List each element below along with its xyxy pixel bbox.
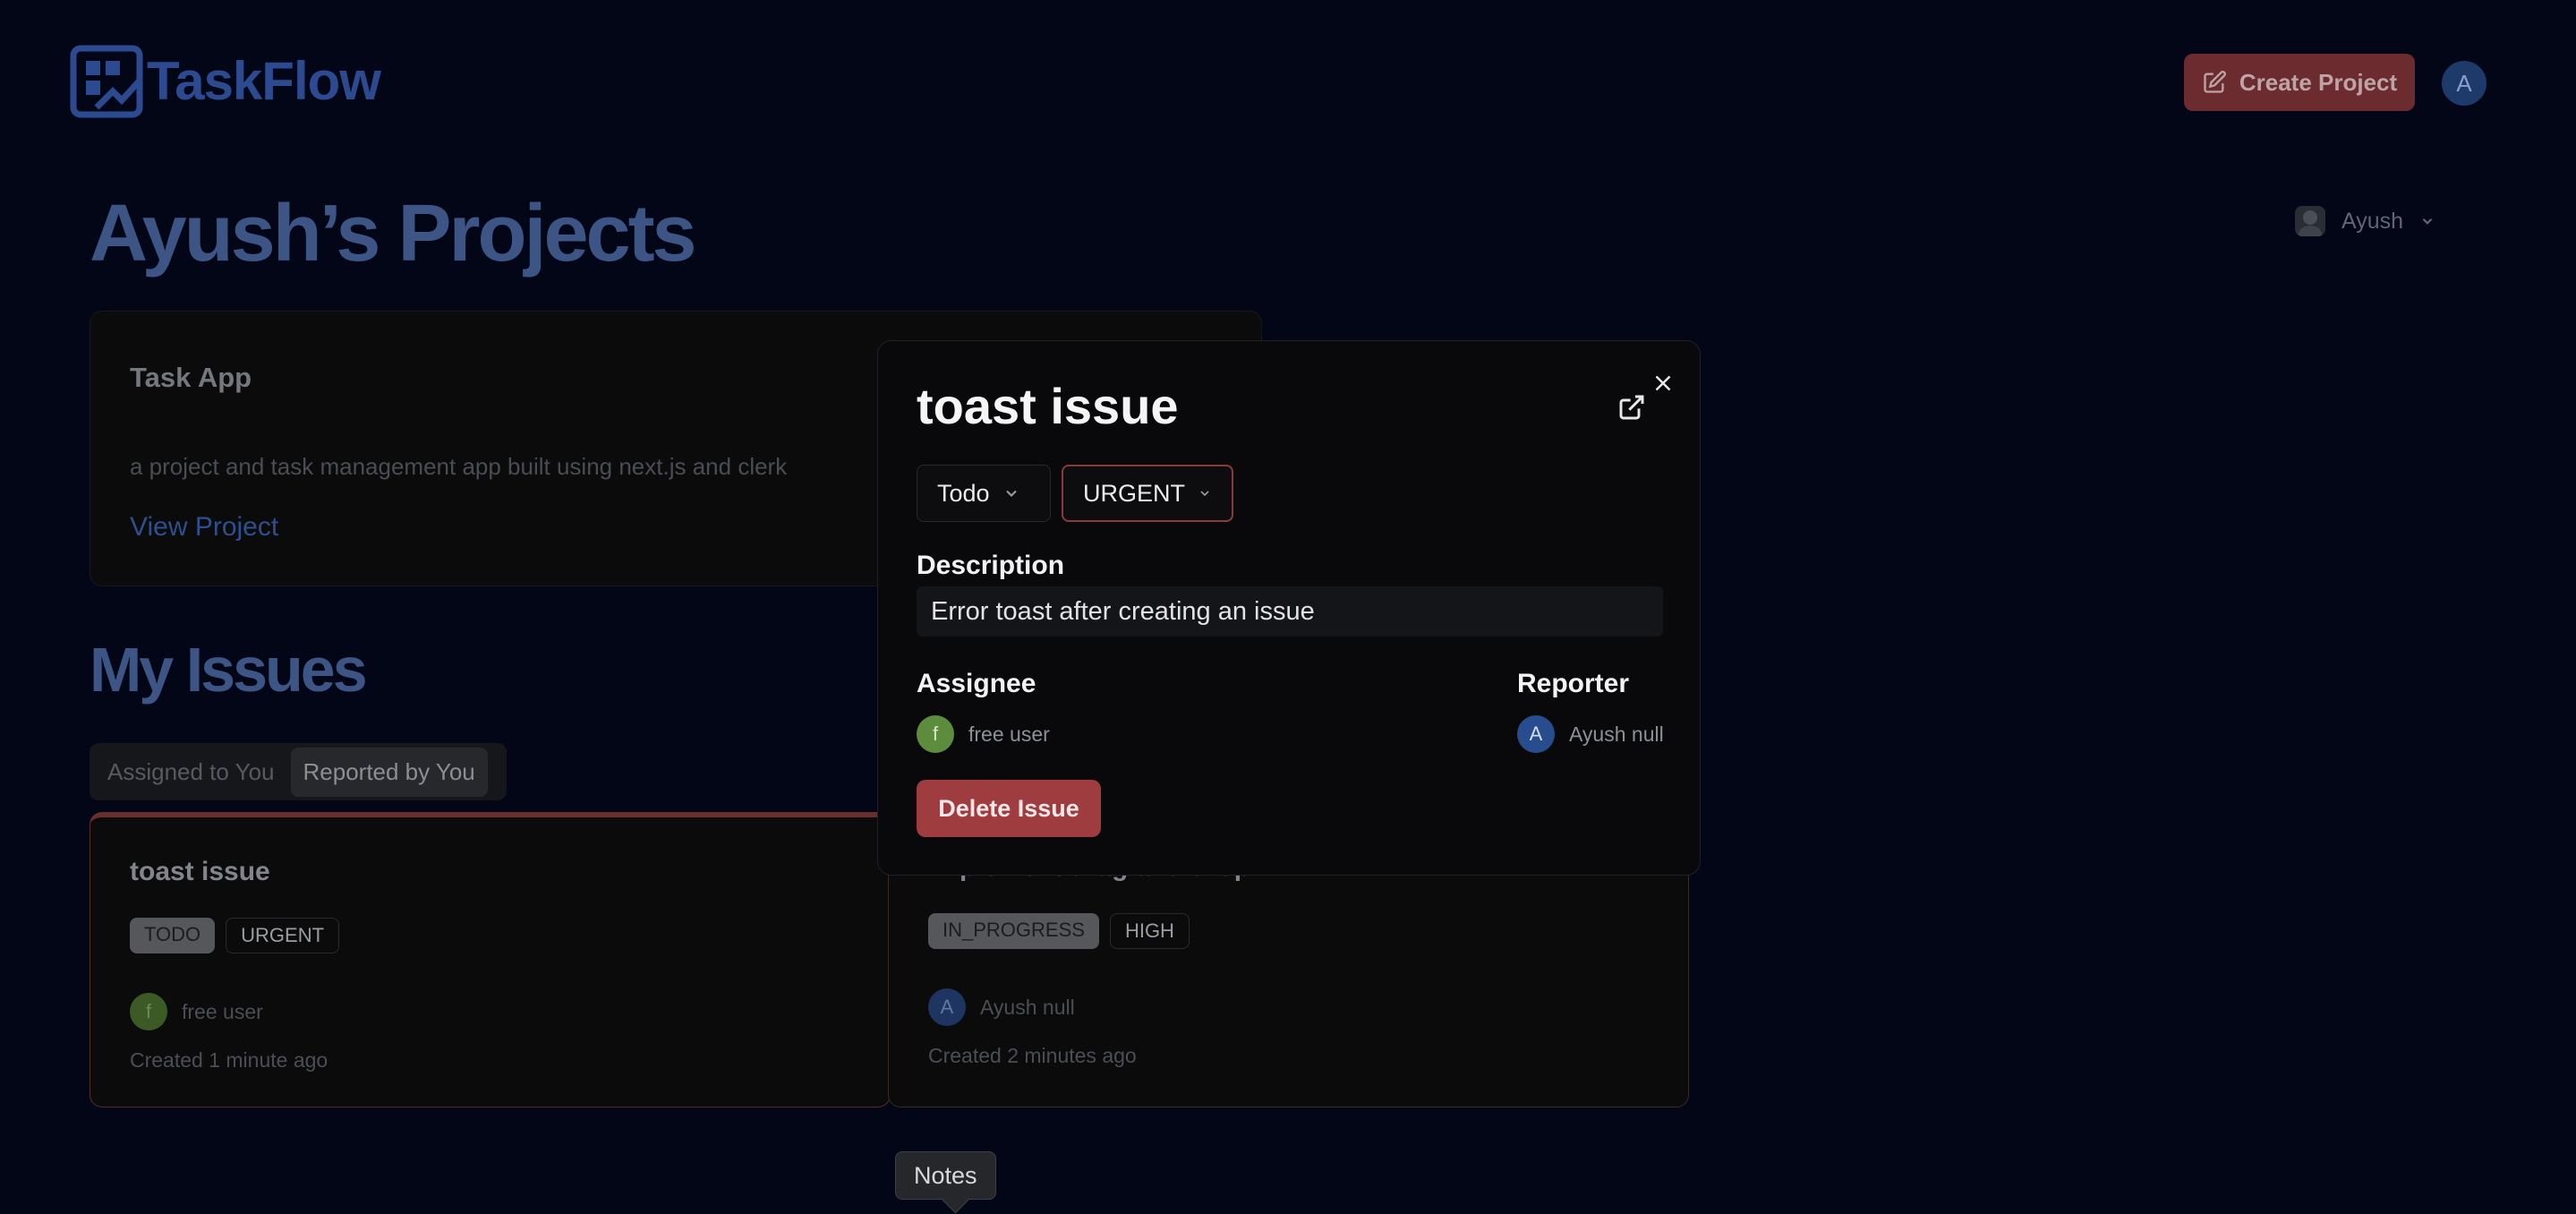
logo-icon <box>70 45 143 118</box>
avatar: f <box>917 715 954 753</box>
org-name: Ayush <box>2341 208 2404 234</box>
issue-user-name: Ayush null <box>980 995 1075 1019</box>
issue-created: Created 1 minute ago <box>130 1048 328 1072</box>
avatar: A <box>928 988 966 1026</box>
assignee-name: free user <box>968 722 1050 746</box>
avatar: f <box>130 993 167 1030</box>
reporter-name: Ayush null <box>1569 722 1664 746</box>
create-project-label: Create Project <box>2239 68 2398 96</box>
org-avatar <box>2295 206 2325 236</box>
status-badge: IN_PROGRESS <box>928 913 1099 949</box>
priority-badge: URGENT <box>226 918 340 953</box>
page-title: Ayush’s Projects <box>90 189 697 278</box>
priority-badge: HIGH <box>1109 913 1190 949</box>
priority-select-value: URGENT <box>1083 479 1185 507</box>
issue-detail-dialog: toast issue Todo URGENT Description Erro… <box>877 340 1701 876</box>
org-switcher[interactable]: Ayush <box>2295 206 2435 236</box>
project-description: a project and task management app built … <box>130 453 788 480</box>
chevron-down-icon <box>1200 491 1209 497</box>
status-select[interactable]: Todo <box>917 465 1051 522</box>
description-text[interactable]: Error toast after creating an issue <box>917 586 1663 637</box>
status-select-value: Todo <box>937 479 990 507</box>
edit-icon <box>2204 71 2226 93</box>
issues-tabs: Assigned to You Reported by You <box>90 743 507 800</box>
project-name: Task App <box>130 362 252 393</box>
external-link-icon[interactable] <box>1617 393 1646 422</box>
assignee-label: Assignee <box>917 669 1036 698</box>
close-icon[interactable] <box>1650 370 1676 397</box>
issue-user-name: free user <box>182 999 263 1023</box>
issue-card[interactable]: toast issue TODO URGENT f free user Crea… <box>90 812 891 1107</box>
reporter: A Ayush null <box>1517 715 1664 753</box>
reporter-label: Reporter <box>1517 669 1630 698</box>
view-project-link[interactable]: View Project <box>130 512 278 543</box>
notes-tooltip: Notes <box>895 1151 996 1200</box>
delete-issue-button[interactable]: Delete Issue <box>917 780 1101 837</box>
assignee: f free user <box>917 715 1050 753</box>
user-avatar[interactable]: A <box>2442 61 2486 106</box>
chevron-down-icon <box>2422 218 2433 225</box>
tab-assigned-to-you[interactable]: Assigned to You <box>95 748 287 797</box>
taskflow-logo[interactable]: TaskFlow <box>70 45 381 118</box>
tab-reported-by-you[interactable]: Reported by You <box>290 747 488 797</box>
priority-select[interactable]: URGENT <box>1062 465 1233 522</box>
status-badge: TODO <box>130 918 216 953</box>
chevron-down-icon <box>1005 490 1017 497</box>
create-project-button[interactable]: Create Project <box>2184 54 2415 111</box>
brand-name: TaskFlow <box>147 51 381 111</box>
avatar: A <box>1517 715 1555 753</box>
dialog-title: toast issue <box>917 378 1179 434</box>
description-label: Description <box>917 551 1065 580</box>
issues-heading: My Issues <box>90 635 368 705</box>
issue-title: toast issue <box>130 857 270 886</box>
issue-created: Created 2 minutes ago <box>928 1044 1137 1067</box>
